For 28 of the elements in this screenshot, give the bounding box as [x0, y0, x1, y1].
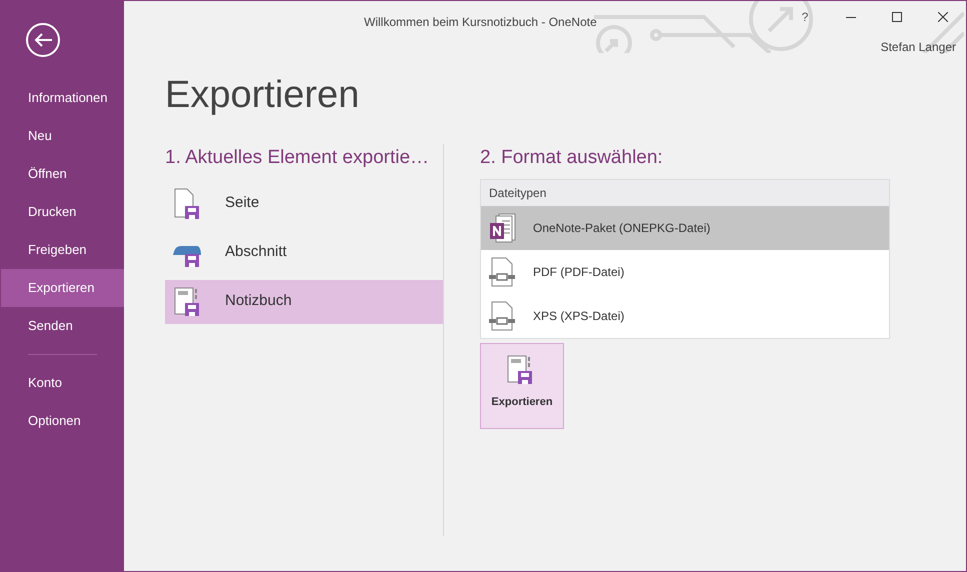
help-button[interactable]: ?	[782, 1, 828, 33]
sidebar-item[interactable]: Konto	[1, 364, 124, 402]
scope-option[interactable]: Abschnitt	[165, 230, 443, 274]
sidebar-item[interactable]: Neu	[1, 117, 124, 155]
file-type-option[interactable]: OneNote-Paket (ONEPKG-Datei)	[481, 206, 889, 250]
scope-option[interactable]: Notizbuch	[165, 280, 443, 324]
arrow-left-icon	[33, 32, 53, 48]
sidebar-item[interactable]: Exportieren	[1, 269, 124, 307]
close-icon	[938, 12, 948, 22]
section-heading: 1. Aktuelles Element exportie…	[165, 146, 430, 170]
maximize-icon	[892, 12, 902, 22]
window-title: Willkommen beim Kursnotizbuch - OneNote	[364, 14, 597, 31]
sidebar-item[interactable]: Senden	[1, 307, 124, 345]
export-button[interactable]: Exportieren	[480, 342, 564, 428]
sidebar-item[interactable]: Optionen	[1, 402, 124, 440]
sidebar-item[interactable]: Freigeben	[1, 231, 124, 269]
back-button[interactable]	[26, 23, 60, 57]
sidebar-item[interactable]: Drucken	[1, 193, 124, 231]
sidebar-item[interactable]: Öffnen	[1, 155, 124, 193]
document-icon	[489, 300, 515, 330]
user-name: Stefan Langer	[880, 39, 957, 56]
minimize-icon	[846, 16, 856, 18]
list-header: Dateitypen	[481, 180, 889, 206]
page-title: Exportieren	[164, 73, 360, 118]
section-heading: 2. Format auswählen:	[480, 146, 664, 170]
sidebar-item[interactable]: Informationen	[1, 79, 124, 117]
document-icon	[489, 256, 515, 286]
scope-option[interactable]: Seite	[165, 182, 443, 226]
